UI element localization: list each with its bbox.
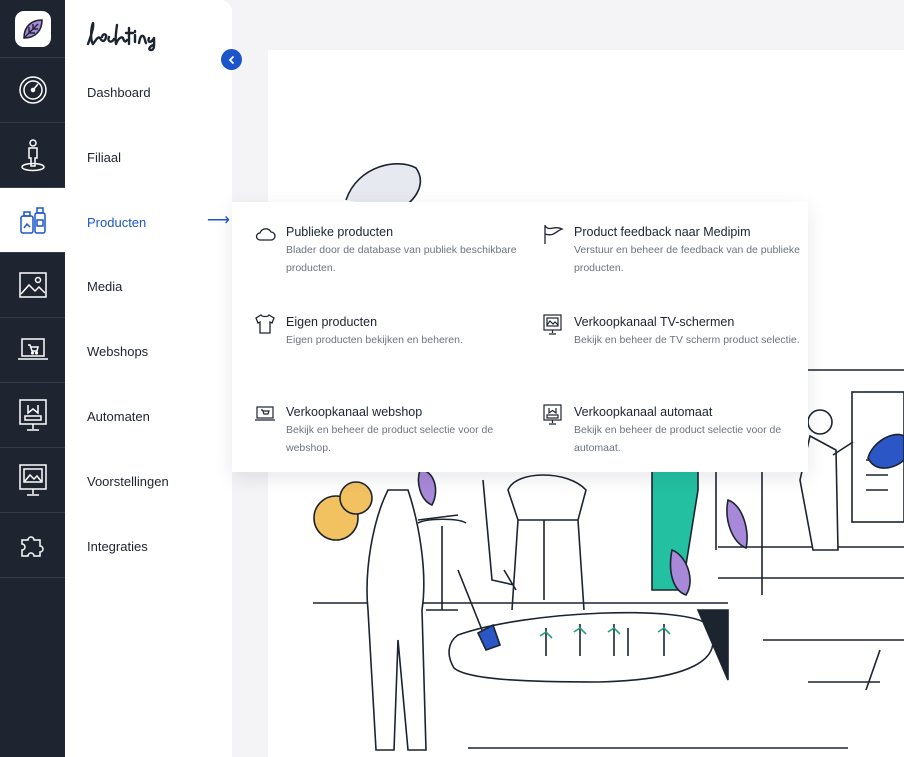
rail-voorstellingen[interactable] — [0, 448, 65, 513]
nav-item-dashboard[interactable]: Dashboard — [87, 85, 151, 100]
laptop-cart-icon — [255, 406, 275, 421]
menu-item-description: Bekijk en beheer de product selectie voo… — [286, 424, 494, 454]
menu-item-product-feedback[interactable]: Product feedback naar Medipim Verstuur e… — [542, 224, 812, 277]
nav-item-webshops[interactable]: Webshops — [87, 344, 148, 359]
person-location-icon — [20, 139, 45, 172]
menu-item-verkoopkanaal-automaat[interactable]: Verkoopkanaal automaat Bekijk en beheer … — [542, 404, 812, 457]
brand-wordmark — [86, 21, 156, 52]
menu-item-description: Bekijk en beheer de TV scherm product se… — [574, 334, 800, 346]
rail-integraties[interactable] — [0, 513, 65, 578]
image-icon — [18, 272, 47, 298]
flag-icon — [544, 225, 564, 244]
rail-dashboard[interactable] — [0, 58, 65, 123]
chevron-left-icon — [228, 55, 234, 64]
vending-monitor-icon — [18, 399, 47, 431]
icon-rail — [0, 0, 65, 757]
menu-item-title: Verkoopkanaal webshop — [286, 405, 423, 419]
nav-item-media[interactable]: Media — [87, 279, 122, 294]
puzzle-icon — [20, 536, 44, 557]
menu-item-description: Eigen producten bekijken en beheren. — [286, 334, 463, 346]
presentation-icon — [543, 314, 562, 335]
menu-item-title: Verkoopkanaal automaat — [574, 405, 713, 419]
menu-item-eigen-producten[interactable]: Eigen producten Eigen producten bekijken… — [254, 314, 524, 349]
laptop-cart-icon — [17, 338, 48, 360]
nav-item-filiaal[interactable]: Filiaal — [87, 150, 121, 165]
active-arrow-icon: ⟶ — [207, 212, 230, 229]
nav-item-producten[interactable]: Producten — [87, 215, 146, 230]
presentation-icon — [18, 464, 47, 496]
nav-panel: Dashboard Filiaal Producten ⟶ Media Webs… — [65, 0, 232, 757]
rail-producten[interactable] — [0, 188, 65, 253]
menu-item-verkoopkanaal-webshop[interactable]: Verkoopkanaal webshop Bekijk en beheer d… — [254, 404, 524, 457]
leaf-logo-icon — [14, 10, 51, 47]
producten-dropdown-menu: Publieke producten Blader door de databa… — [232, 202, 808, 472]
menu-item-tv-schermen[interactable]: Verkoopkanaal TV-schermen Bekijk en behe… — [542, 314, 812, 349]
menu-item-title: Eigen producten — [286, 315, 378, 329]
menu-item-description: Verstuur en beheer de feedback van de pu… — [574, 244, 800, 274]
collapse-sidebar-button[interactable] — [221, 49, 242, 70]
rail-automaten[interactable] — [0, 383, 65, 448]
rail-filiaal[interactable] — [0, 123, 65, 188]
tshirt-icon — [255, 314, 275, 334]
menu-item-title: Product feedback naar Medipim — [574, 225, 751, 239]
nav-item-integraties[interactable]: Integraties — [87, 539, 148, 554]
rail-media[interactable] — [0, 253, 65, 318]
cloud-icon — [255, 228, 276, 241]
vending-monitor-icon — [543, 404, 562, 425]
rail-webshops[interactable] — [0, 318, 65, 383]
app-logo[interactable] — [0, 0, 65, 58]
menu-item-title: Publieke producten — [286, 225, 394, 239]
menu-item-description: Bekijk en beheer de product selectie voo… — [574, 424, 782, 454]
nav-item-voorstellingen[interactable]: Voorstellingen — [87, 474, 169, 489]
speedometer-icon — [18, 76, 47, 104]
menu-item-publieke-producten[interactable]: Publieke producten Blader door de databa… — [254, 224, 524, 277]
menu-item-description: Blader door de database van publiek besc… — [286, 244, 517, 274]
menu-item-title: Verkoopkanaal TV-schermen — [574, 315, 735, 329]
nav-item-automaten[interactable]: Automaten — [87, 409, 150, 424]
product-bottles-icon — [19, 207, 46, 234]
